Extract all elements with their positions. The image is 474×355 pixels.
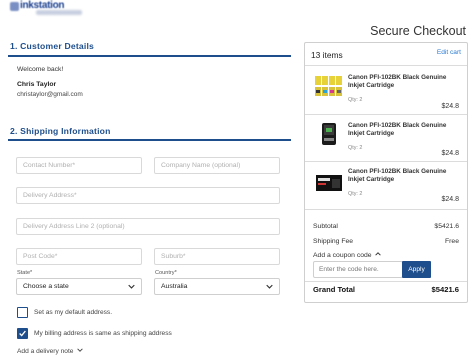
apply-coupon-button[interactable]: Apply <box>402 261 431 278</box>
divider <box>305 281 467 282</box>
grand-total-label: Grand Total <box>313 285 356 294</box>
chevron-down-icon <box>128 284 135 289</box>
page-title: Secure Checkout <box>370 24 466 38</box>
customer-email: christaylor@gmail.com <box>17 91 83 98</box>
country-selected-value: Australia <box>161 283 188 290</box>
cart-item-qty: Qty: 2 <box>348 191 363 197</box>
delivery-address-input[interactable]: Delivery Address* <box>16 187 280 204</box>
product-image <box>322 123 336 145</box>
order-summary-panel: 13 items Edit cart Canon PFI-102BK Black… <box>304 42 468 303</box>
add-delivery-note-link[interactable]: Add a delivery note <box>17 347 84 355</box>
coupon-code-input[interactable]: Enter the code here. <box>313 261 403 278</box>
cart-item-price: $24.8 <box>441 103 459 110</box>
country-select[interactable]: Australia <box>154 278 280 295</box>
add-coupon-link[interactable]: Add a coupon code <box>313 251 382 259</box>
state-label: State* <box>17 270 33 276</box>
delivery-note-label: Add a delivery note <box>17 348 74 355</box>
contact-number-input[interactable]: Contact Number* <box>16 157 142 174</box>
customer-name: Chris Taylor <box>17 81 57 88</box>
default-address-checkbox[interactable] <box>17 307 28 318</box>
edit-cart-link[interactable]: Edit cart <box>437 49 461 56</box>
delivery-address-line2-input[interactable]: Delivery Address Line 2 (optional) <box>16 218 280 235</box>
cart-item-name[interactable]: Canon PFI-102BK Black Genuine Inkjet Car… <box>348 168 464 184</box>
chevron-up-icon <box>375 252 382 256</box>
divider <box>305 65 467 66</box>
grand-total-value: $5421.6 <box>431 285 459 294</box>
subtotal-label: Subtotal <box>313 223 338 230</box>
cart-item-qty: Qty: 2 <box>348 145 363 151</box>
country-label: Country* <box>155 270 177 276</box>
product-image <box>316 175 342 191</box>
subtotal-value: $5421.6 <box>434 223 459 230</box>
billing-same-label: My billing address is same as shipping a… <box>34 330 172 337</box>
cart-item-name[interactable]: Canon PFI-102BK Black Genuine Inkjet Car… <box>348 122 464 138</box>
postcode-input[interactable]: Post Code* <box>16 248 142 265</box>
logo-tagline <box>36 10 82 15</box>
cart-item-name[interactable]: Canon PFI-102BK Black Genuine Inkjet Car… <box>348 74 464 90</box>
logo-mark-icon <box>10 2 19 11</box>
company-name-input[interactable]: Company Name (optional) <box>154 157 280 174</box>
cart-item-qty: Qty: 2 <box>348 97 363 103</box>
state-selected-value: Choose a state <box>23 283 69 290</box>
section-divider <box>8 55 291 57</box>
default-address-label: Set as my default address. <box>34 309 113 316</box>
chevron-down-icon <box>77 348 84 352</box>
divider <box>305 114 467 115</box>
state-select[interactable]: Choose a state <box>16 278 142 295</box>
product-image <box>315 76 342 96</box>
billing-same-checkbox[interactable] <box>17 328 28 339</box>
cart-item-count: 13 items <box>311 50 343 60</box>
checkmark-icon <box>19 330 26 337</box>
customer-details-heading: 1. Customer Details <box>10 41 95 51</box>
section-divider <box>8 139 291 141</box>
divider <box>305 209 467 210</box>
shipping-information-heading: 2. Shipping Information <box>10 126 111 136</box>
welcome-text: Welcome back! <box>17 66 64 73</box>
chevron-down-icon <box>266 284 273 289</box>
suburb-input[interactable]: Suburb* <box>154 248 280 265</box>
shipping-fee-value: Free <box>445 238 459 245</box>
divider <box>305 161 467 162</box>
site-logo[interactable]: inkstation <box>6 0 90 16</box>
cart-item-price: $24.8 <box>441 196 459 203</box>
coupon-label: Add a coupon code <box>313 252 372 259</box>
shipping-fee-label: Shipping Fee <box>313 238 354 245</box>
cart-item-price: $24.8 <box>441 150 459 157</box>
